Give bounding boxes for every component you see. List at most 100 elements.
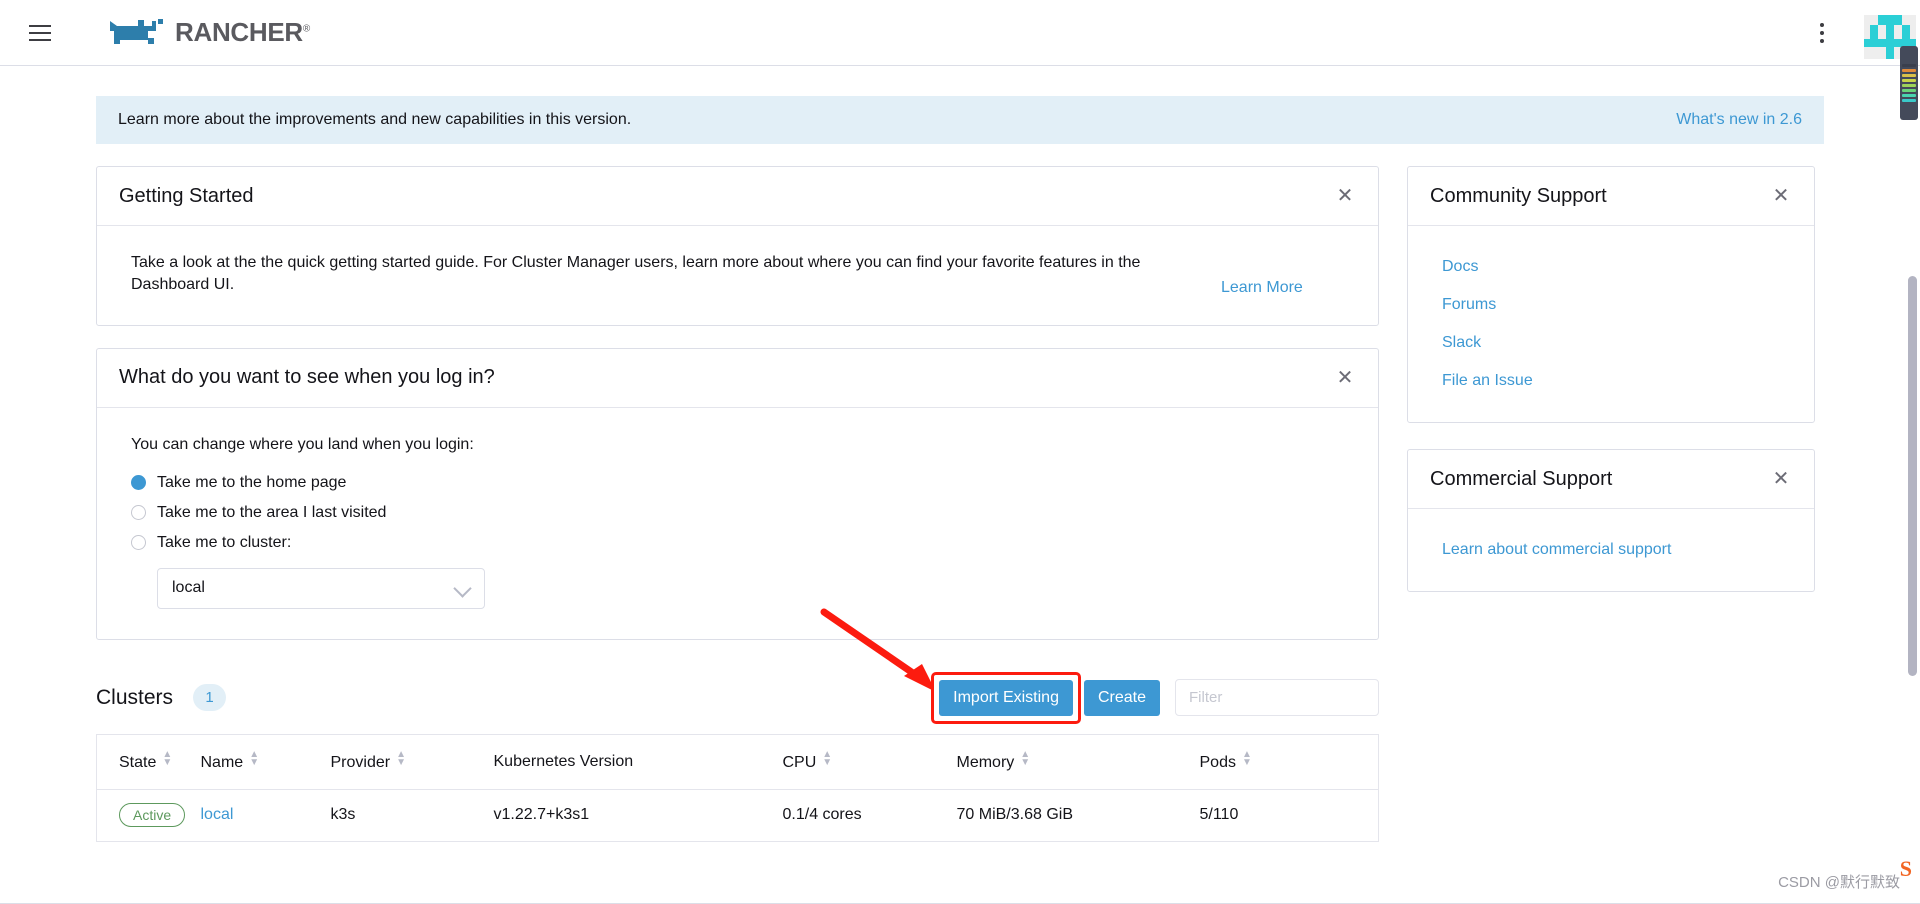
dot: [1820, 30, 1824, 35]
rancher-cow-icon: [110, 18, 163, 44]
banner-text: Learn more about the improvements and ne…: [118, 111, 632, 128]
widget-bar: [1902, 84, 1916, 87]
radio-label: Take me to the area I last visited: [157, 503, 387, 521]
close-icon[interactable]: ✕: [1770, 469, 1792, 489]
dot: [1820, 22, 1824, 27]
hamburger-bar: [29, 31, 51, 34]
create-cluster-button[interactable]: Create: [1083, 679, 1160, 716]
vertical-dots-icon[interactable]: [1802, 11, 1842, 55]
getting-started-body: Take a look at the the quick getting sta…: [97, 226, 1378, 325]
community-link-slack[interactable]: Slack: [1408, 324, 1814, 362]
radio-indicator: [131, 505, 146, 521]
sort-icon: ▲ ▼: [1241, 749, 1252, 769]
cell-pods: 5/110: [1199, 806, 1239, 824]
column-header-pods[interactable]: Pods ▲ ▼: [1199, 734, 1379, 790]
column-label: Memory: [956, 754, 1015, 772]
community-support-header: Community Support ✕: [1408, 167, 1814, 226]
login-preference-card: What do you want to see when you log in?…: [96, 347, 1379, 640]
radio-label: Take me to cluster:: [157, 533, 292, 551]
login-preference-description: You can change where you land when you l…: [131, 435, 474, 453]
cluster-select[interactable]: local: [157, 567, 485, 609]
status-badge: Active: [119, 803, 186, 828]
clusters-table: State ▲ ▼ Name ▲ ▼ Provider ▲ ▼ Kubernetes Ver…: [96, 733, 1379, 842]
version-banner: Learn more about the improvements and ne…: [96, 96, 1824, 144]
column-label: Pods: [1199, 754, 1236, 772]
commercial-support-title: Commercial Support: [1430, 467, 1613, 490]
whats-new-link[interactable]: What's new in 2.6: [1676, 111, 1802, 129]
community-link-file-an-issue[interactable]: File an Issue: [1408, 362, 1814, 400]
radio-indicator: [131, 475, 146, 491]
close-icon[interactable]: ✕: [1770, 186, 1792, 206]
radio-option-cluster[interactable]: Take me to cluster:: [131, 528, 1348, 558]
filter-input[interactable]: [1175, 679, 1379, 717]
clusters-toolbar: Clusters 1 Import Existing Create: [96, 608, 1379, 724]
getting-started-card: Getting Started ✕ Take a look at the the…: [96, 166, 1379, 326]
clusters-count-badge: 1: [193, 684, 227, 712]
watermark-text: CSDN @默行默致: [1778, 874, 1900, 891]
radio-label: Take me to the home page: [157, 473, 347, 491]
main-column: Getting Started ✕ Take a look at the the…: [96, 166, 1379, 842]
cell-memory: 70 MiB/3.68 GiB: [956, 806, 1074, 824]
two-column-layout: Getting Started ✕ Take a look at the the…: [96, 166, 1824, 842]
community-support-card: Community Support ✕ Docs Forums Slack Fi…: [1407, 166, 1815, 423]
commercial-support-links: Learn about commercial support: [1408, 509, 1814, 591]
scrollbar-thumb[interactable]: [1908, 276, 1917, 676]
sort-icon: ▲ ▼: [396, 749, 406, 769]
hamburger-bar: [29, 24, 51, 27]
side-column: Community Support ✕ Docs Forums Slack Fi…: [1407, 166, 1815, 842]
import-existing-highlight: Import Existing: [931, 671, 1081, 724]
getting-started-row: Take a look at the the quick getting sta…: [131, 252, 1348, 297]
import-existing-button[interactable]: Import Existing: [939, 679, 1073, 716]
sort-icon: ▲ ▼: [822, 749, 833, 769]
brand-name: RANCHER®: [175, 17, 310, 47]
column-header-name[interactable]: Name ▲ ▼: [200, 734, 331, 790]
table-header-row: State ▲ ▼ Name ▲ ▼ Provider ▲ ▼ Kubernetes Ver…: [96, 734, 1379, 790]
top-header: RANCHER®: [0, 0, 1920, 66]
column-label: Name: [200, 754, 244, 772]
watermark-logo: S: [1899, 856, 1912, 881]
widget-bar: [1902, 64, 1916, 67]
radio-option-home-page[interactable]: Take me to the home page: [131, 468, 1348, 498]
dot: [1820, 38, 1824, 43]
page-content: Learn more about the improvements and ne…: [0, 66, 1920, 904]
widget-bar: [1902, 99, 1916, 102]
close-icon[interactable]: ✕: [1334, 368, 1356, 388]
login-preference-body: You can change where you land when you l…: [97, 408, 1378, 639]
getting-started-text: Take a look at the the quick getting sta…: [131, 254, 1141, 294]
widget-bar: [1902, 69, 1916, 72]
column-label: State: [119, 754, 157, 772]
hamburger-icon[interactable]: [20, 13, 60, 53]
cell-state: Active: [97, 789, 201, 841]
community-link-forums[interactable]: Forums: [1408, 286, 1814, 324]
widget-bar: [1902, 89, 1916, 92]
login-preference-header: What do you want to see when you log in?…: [97, 349, 1378, 408]
page-scrollbar[interactable]: [1905, 66, 1920, 904]
cell-kubernetes-version: v1.22.7+k3s1: [493, 806, 590, 824]
column-header-cpu[interactable]: CPU ▲ ▼: [782, 734, 957, 790]
widget-bar: [1902, 74, 1916, 77]
cell-cpu: 0.1/4 cores: [782, 806, 862, 824]
clusters-title: Clusters: [96, 685, 174, 709]
cluster-select-value: local: [172, 579, 205, 597]
getting-started-header: Getting Started ✕: [97, 167, 1378, 226]
learn-more-link[interactable]: Learn More: [1221, 279, 1303, 297]
widget-bar: [1902, 79, 1916, 82]
column-label: CPU: [782, 754, 817, 772]
community-support-links: Docs Forums Slack File an Issue: [1408, 226, 1814, 422]
radio-option-last-visited[interactable]: Take me to the area I last visited: [131, 498, 1348, 528]
commercial-support-link[interactable]: Learn about commercial support: [1408, 531, 1814, 569]
cell-provider: k3s: [330, 806, 356, 824]
screen-capture-widget-icon[interactable]: [1900, 46, 1918, 120]
table-row[interactable]: Active local k3s v1.22.7+k3s1 0.1/4 core…: [97, 789, 1379, 841]
column-header-memory[interactable]: Memory ▲ ▼: [956, 734, 1200, 790]
column-header-kubernetes-version: Kubernetes Version: [493, 734, 783, 790]
radio-indicator: [131, 535, 146, 551]
community-link-docs[interactable]: Docs: [1408, 248, 1814, 286]
column-header-state[interactable]: State ▲ ▼: [96, 734, 201, 790]
close-icon[interactable]: ✕: [1334, 186, 1356, 206]
cluster-name-link[interactable]: local: [201, 806, 234, 823]
column-header-provider[interactable]: Provider ▲ ▼: [330, 734, 494, 790]
cell-name: local: [201, 789, 331, 841]
rancher-logo[interactable]: RANCHER®: [108, 17, 310, 48]
commercial-support-card: Commercial Support ✕ Learn about commerc…: [1407, 449, 1815, 592]
